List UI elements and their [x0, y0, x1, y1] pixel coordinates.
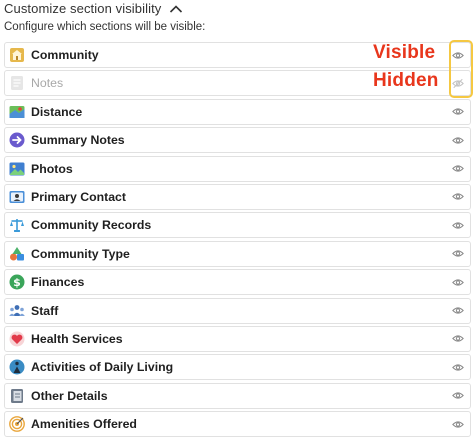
- instructions-text: Configure which sections will be visible…: [4, 21, 206, 33]
- section-label: Primary Contact: [31, 189, 126, 204]
- section-label: Amenities Offered: [31, 417, 137, 432]
- eye-icon[interactable]: [451, 304, 464, 317]
- section-list: Community Notes Distance Summary Notes Photo…: [4, 42, 471, 439]
- section-row-amenities-offered: Amenities Offered: [4, 411, 471, 438]
- map-icon: [9, 104, 25, 120]
- visible-annotation: Visible: [373, 42, 436, 63]
- section-row-summary-notes: Summary Notes: [4, 127, 471, 154]
- section-row-staff: Staff: [4, 297, 471, 324]
- eye-icon[interactable]: [451, 49, 464, 62]
- eye-icon[interactable]: [451, 219, 464, 232]
- scales-icon: [9, 217, 25, 233]
- section-row-health-services: Health Services: [4, 325, 471, 352]
- eye-off-icon[interactable]: [451, 77, 464, 90]
- person-activity-icon: [9, 359, 25, 375]
- svg-text:$: $: [13, 276, 21, 289]
- eye-icon[interactable]: [451, 361, 464, 374]
- section-row-community-type: Community Type: [4, 240, 471, 267]
- section-row-community-records: Community Records: [4, 212, 471, 239]
- section-label: Finances: [31, 275, 85, 290]
- section-row-photos: Photos: [4, 155, 471, 182]
- photos-icon: [9, 161, 25, 177]
- section-row-finances: $ Finances: [4, 269, 471, 296]
- section-label: Other Details: [31, 388, 108, 403]
- section-label: Community Type: [31, 246, 130, 261]
- section-label: Community Records: [31, 218, 152, 233]
- notes-icon: [9, 75, 25, 91]
- shapes-icon: [9, 246, 25, 262]
- notebook-icon: [9, 388, 25, 404]
- section-label: Community: [31, 48, 99, 62]
- section-label: Photos: [31, 161, 73, 176]
- eye-icon[interactable]: [451, 247, 464, 260]
- section-row-primary-contact: Primary Contact: [4, 183, 471, 210]
- eye-icon[interactable]: [451, 134, 464, 147]
- contact-card-icon: [9, 189, 25, 205]
- section-label: Distance: [31, 104, 83, 119]
- eye-icon[interactable]: [451, 276, 464, 289]
- eye-icon[interactable]: [451, 190, 464, 203]
- section-label: Health Services: [31, 331, 123, 346]
- target-icon: [9, 416, 25, 432]
- section-row-activities-of-daily-living: Activities of Daily Living: [4, 354, 471, 381]
- community-building-icon: [9, 47, 25, 63]
- staff-people-icon: [9, 303, 25, 319]
- hidden-annotation: Hidden: [373, 70, 439, 91]
- summary-arrow-icon: [9, 132, 25, 148]
- eye-icon[interactable]: [451, 162, 464, 175]
- chevron-up-icon[interactable]: [169, 4, 183, 14]
- eye-icon[interactable]: [451, 389, 464, 402]
- heart-health-icon: [9, 331, 25, 347]
- eye-icon[interactable]: [451, 105, 464, 118]
- eye-icon[interactable]: [451, 418, 464, 431]
- section-visibility-header[interactable]: Customize section visibility: [4, 0, 183, 17]
- section-row-distance: Distance: [4, 98, 471, 125]
- section-label: Staff: [31, 303, 59, 318]
- header-title: Customize section visibility: [4, 1, 162, 16]
- dollar-icon: $: [9, 274, 25, 290]
- section-row-other-details: Other Details: [4, 382, 471, 409]
- eye-icon[interactable]: [451, 332, 464, 345]
- section-label: Notes: [31, 76, 64, 91]
- section-label: Activities of Daily Living: [31, 360, 174, 375]
- section-label: Summary Notes: [31, 133, 125, 148]
